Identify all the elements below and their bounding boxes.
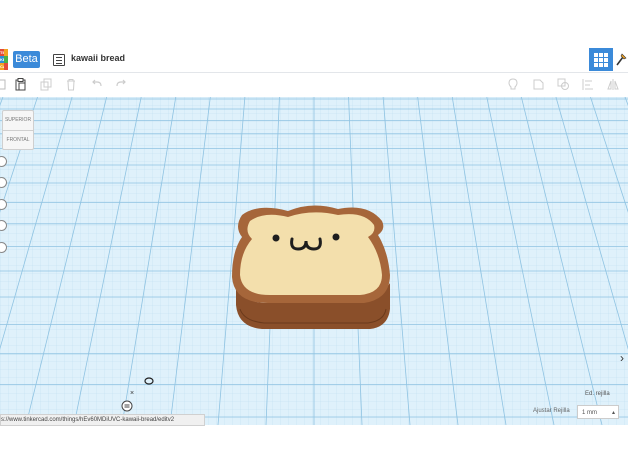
align-icon[interactable] [582, 78, 594, 91]
light-icon[interactable] [507, 78, 519, 91]
list-icon[interactable] [53, 54, 65, 66]
chevron-down-icon: ▴ [611, 410, 615, 416]
undo-icon[interactable] [91, 78, 103, 91]
axis-x-label: × [130, 390, 134, 397]
paste-icon[interactable] [15, 78, 27, 91]
snap-grid-value: 1 mm [582, 410, 597, 416]
view-cube-front[interactable]: FRONTAL [3, 131, 33, 150]
view-cube-top[interactable]: SUPERIOR [3, 111, 33, 131]
bread-eye-left [272, 234, 280, 242]
duplicate-icon[interactable] [40, 78, 52, 91]
beta-badge[interactable]: Beta [13, 51, 40, 68]
edit-grid-button[interactable]: Ed. rejilla [585, 391, 610, 397]
logo-letter-2 [4, 49, 8, 56]
group-icon[interactable] [557, 78, 569, 91]
status-url: s://www.tinkercad.com/things/hEv60MDiUVC… [0, 414, 205, 426]
design-title[interactable]: kawaii bread [71, 53, 125, 63]
logo-letter-6 [4, 63, 8, 70]
tool-icon[interactable] [615, 52, 627, 66]
bread-model[interactable] [228, 205, 396, 335]
mirror-icon[interactable] [607, 78, 619, 91]
snap-grid-select[interactable]: 1 mm ▴ [577, 405, 619, 419]
snap-grid-label: Ajustar Rejilla [533, 408, 570, 414]
redo-icon[interactable] [115, 78, 127, 91]
panel-toggle-chevron-icon[interactable]: › [620, 351, 624, 365]
logo-letter-4 [4, 56, 8, 63]
tinkercad-logo[interactable]: TIN KER CAD [0, 49, 9, 71]
shape-icon[interactable] [532, 78, 544, 91]
bread-eye-right [332, 233, 340, 241]
view-cube[interactable]: SUPERIOR FRONTAL [2, 110, 34, 150]
notes-icon[interactable] [121, 400, 133, 412]
delete-icon[interactable] [65, 78, 77, 91]
copy-icon[interactable] [0, 78, 9, 91]
workplane-viewport[interactable]: × › [0, 97, 628, 425]
grid-view-icon[interactable] [589, 48, 613, 71]
